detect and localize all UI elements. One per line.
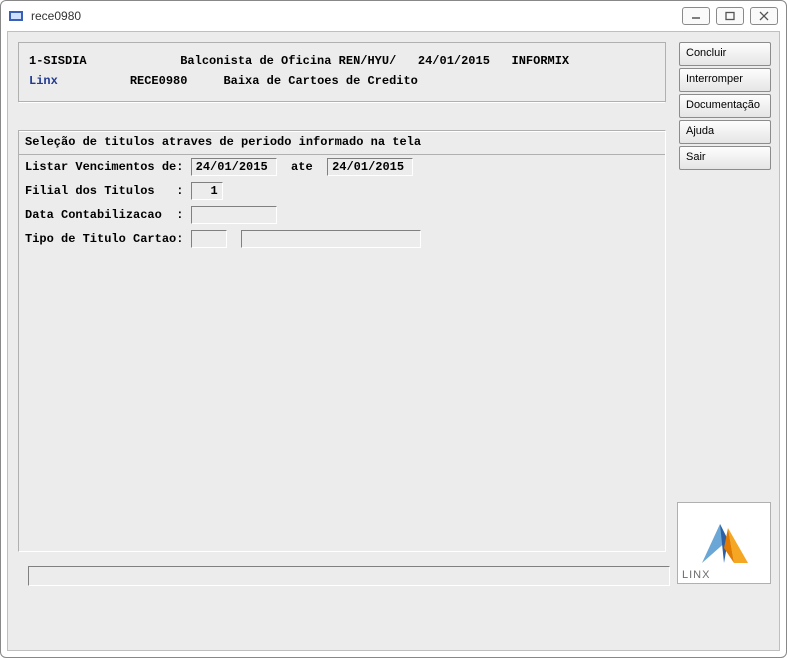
data-contab-field[interactable] bbox=[191, 206, 277, 224]
documentacao-button[interactable]: Documentação bbox=[679, 94, 771, 118]
role-text: Balconista de Oficina REN/HYU/ bbox=[180, 51, 396, 71]
side-panel: Concluir Interromper Documentação Ajuda … bbox=[679, 42, 771, 172]
section-title: Seleção de titulos atraves de periodo in… bbox=[19, 131, 665, 155]
date-from-field[interactable]: 24/01/2015 bbox=[191, 158, 277, 176]
window-controls bbox=[682, 7, 778, 25]
filial-field[interactable]: 1 bbox=[191, 182, 223, 200]
status-bar bbox=[28, 566, 670, 586]
sair-button[interactable]: Sair bbox=[679, 146, 771, 170]
tipo-desc-field[interactable] bbox=[241, 230, 421, 248]
system-name: 1-SISDIA bbox=[29, 51, 87, 71]
app-icon bbox=[9, 8, 25, 24]
label-filial: Filial dos Titulos : bbox=[25, 184, 183, 198]
program-header: 1-SISDIA Balconista de Oficina REN/HYU/ … bbox=[18, 42, 666, 102]
window-frame: rece0980 1-SISDIA Balconista de Oficina … bbox=[0, 0, 787, 658]
tipo-code-field[interactable] bbox=[191, 230, 227, 248]
row-data-contab: Data Contabilizacao : bbox=[19, 203, 665, 227]
row-date-range: Listar Vencimentos de: 24/01/2015 ate 24… bbox=[19, 155, 665, 179]
date-to-field[interactable]: 24/01/2015 bbox=[327, 158, 413, 176]
titlebar: rece0980 bbox=[3, 3, 784, 29]
ajuda-button[interactable]: Ajuda bbox=[679, 120, 771, 144]
db-text: INFORMIX bbox=[512, 51, 570, 71]
brand-logo: LINX bbox=[677, 502, 771, 584]
maximize-button[interactable] bbox=[716, 7, 744, 25]
window-title: rece0980 bbox=[31, 9, 81, 23]
client-area: 1-SISDIA Balconista de Oficina REN/HYU/ … bbox=[7, 31, 780, 651]
row-tipo: Tipo de Titulo Cartao: bbox=[19, 227, 665, 251]
interromper-button[interactable]: Interromper bbox=[679, 68, 771, 92]
date-text: 24/01/2015 bbox=[418, 51, 490, 71]
label-data-contab: Data Contabilizacao : bbox=[25, 208, 183, 222]
row-filial: Filial dos Titulos : 1 bbox=[19, 179, 665, 203]
label-date-range: Listar Vencimentos de: bbox=[25, 160, 183, 174]
linx-logo-icon bbox=[694, 518, 754, 568]
label-tipo: Tipo de Titulo Cartao: bbox=[25, 232, 183, 246]
label-ate: ate bbox=[291, 160, 313, 174]
concluir-button[interactable]: Concluir bbox=[679, 42, 771, 66]
main-panel: 1-SISDIA Balconista de Oficina REN/HYU/ … bbox=[18, 42, 666, 592]
brand-logo-text: LINX bbox=[682, 569, 710, 581]
program-code: RECE0980 bbox=[130, 71, 188, 91]
company-name: Linx bbox=[29, 71, 58, 91]
program-description: Baixa de Cartoes de Credito bbox=[223, 71, 417, 91]
form-body: Seleção de titulos atraves de periodo in… bbox=[18, 130, 666, 552]
minimize-button[interactable] bbox=[682, 7, 710, 25]
close-button[interactable] bbox=[750, 7, 778, 25]
